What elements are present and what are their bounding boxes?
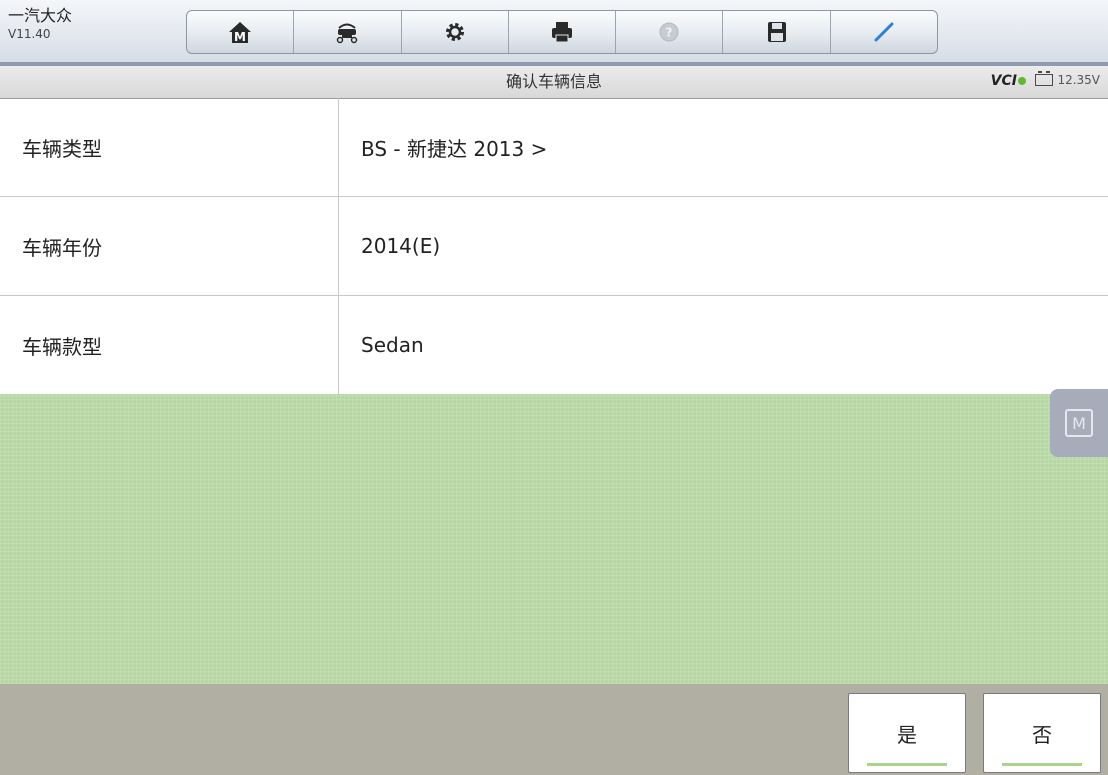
toolbar-buttons: M ? <box>186 10 938 54</box>
vehicle-year-label: 车辆年份 <box>0 197 339 295</box>
home-button[interactable]: M <box>187 11 295 53</box>
table-row[interactable]: 车辆类型 BS - 新捷达 2013 > <box>0 98 1108 197</box>
vehicle-info-table: 车辆类型 BS - 新捷达 2013 > 车辆年份 2014(E) 车辆款型 S… <box>0 98 1108 394</box>
vehicle-body-value[interactable]: Sedan <box>339 296 1108 394</box>
battery-status: 12.35V <box>1035 71 1100 87</box>
settings-button[interactable] <box>402 11 509 53</box>
no-button-label: 否 <box>1032 722 1052 747</box>
top-toolbar: 一汽大众 V11.40 M ? <box>0 0 1108 62</box>
pen-icon <box>874 22 894 42</box>
vehicle-type-label: 车辆类型 <box>0 98 339 196</box>
menu-icon: M <box>1065 409 1093 437</box>
vehicle-lift-button[interactable] <box>294 11 402 53</box>
title-bar: 确认车辆信息 VCI 12.35V <box>0 66 1108 99</box>
button-accent-bar <box>867 763 947 766</box>
home-icon: M <box>229 22 252 44</box>
button-accent-bar <box>1002 763 1082 766</box>
version-label: V11.40 <box>8 27 51 41</box>
floating-menu-button[interactable]: M <box>1050 389 1108 457</box>
vehicle-type-value[interactable]: BS - 新捷达 2013 > <box>339 98 1108 196</box>
no-button[interactable]: 否 <box>983 693 1101 773</box>
table-row[interactable]: 车辆款型 Sedan <box>0 296 1108 394</box>
vci-status: VCI <box>991 73 1026 89</box>
svg-text:M: M <box>234 30 246 44</box>
brand-name: 一汽大众 <box>8 6 73 25</box>
content-area <box>0 394 1108 684</box>
printer-icon <box>551 22 572 43</box>
yes-button-label: 是 <box>897 722 917 747</box>
help-icon: ? <box>659 22 679 42</box>
yes-button[interactable]: 是 <box>848 693 966 773</box>
page-title: 确认车辆信息 <box>505 72 602 91</box>
gear-icon <box>445 23 464 41</box>
bottom-action-bar: 是 否 <box>0 684 1108 775</box>
vci-label: VCI <box>990 73 1017 89</box>
help-button[interactable]: ? <box>616 11 724 53</box>
vehicle-lift-icon <box>337 23 358 44</box>
save-icon <box>767 22 786 42</box>
battery-icon <box>1035 71 1054 86</box>
vci-connected-icon <box>1018 77 1026 85</box>
svg-text:?: ? <box>666 26 673 40</box>
vehicle-year-value[interactable]: 2014(E) <box>339 197 1108 295</box>
edit-button[interactable] <box>831 11 937 53</box>
vehicle-body-label: 车辆款型 <box>0 296 339 394</box>
battery-voltage: 12.35V <box>1057 73 1100 87</box>
print-button[interactable] <box>509 11 617 53</box>
table-row[interactable]: 车辆年份 2014(E) <box>0 197 1108 296</box>
brand: 一汽大众 V11.40 <box>8 6 72 42</box>
save-button[interactable] <box>723 11 831 53</box>
